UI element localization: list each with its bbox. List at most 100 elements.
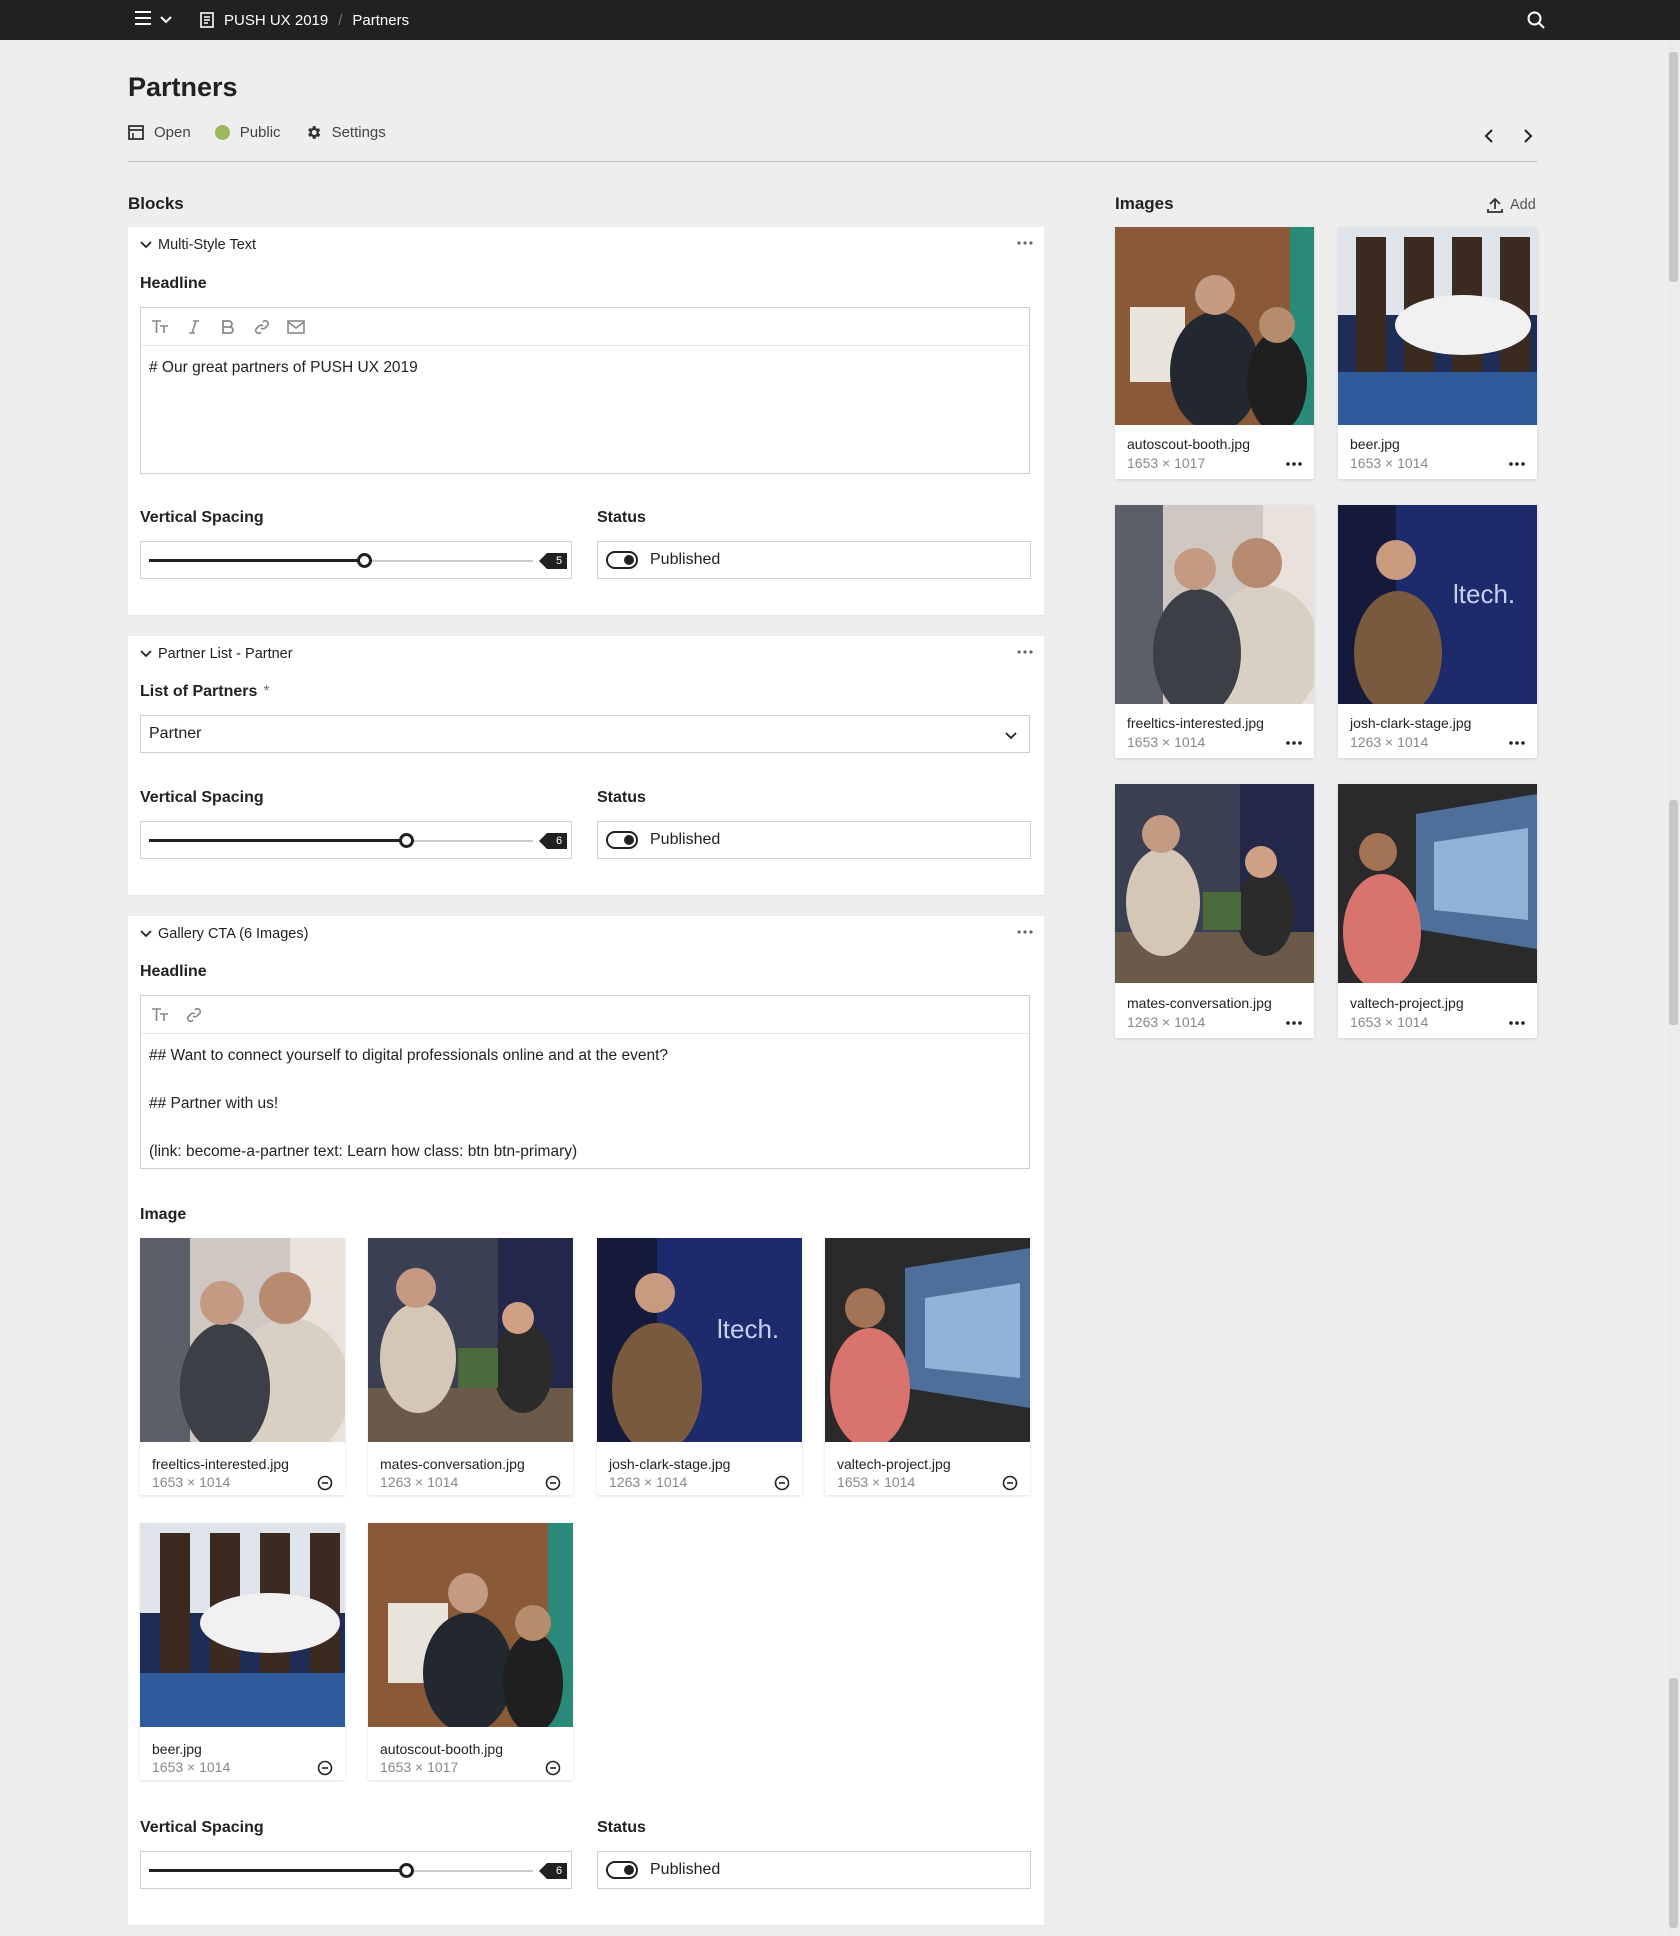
- vertical-spacing-slider[interactable]: 6: [140, 821, 572, 859]
- slider-handle[interactable]: [399, 1863, 414, 1878]
- status-toggle[interactable]: Published: [597, 821, 1031, 859]
- svg-text:ltech.: ltech.: [717, 1314, 779, 1344]
- hamburger-icon: [134, 10, 152, 30]
- status-toggle[interactable]: Published: [597, 541, 1031, 579]
- slider-fill: [149, 839, 406, 842]
- italic-icon[interactable]: [183, 316, 205, 338]
- gallery-image-card[interactable]: ltech. josh-clark-stage.jpg 1263 × 1014: [597, 1238, 802, 1495]
- next-page-button[interactable]: [1518, 126, 1538, 146]
- status-dot-icon: [214, 125, 230, 140]
- slider-handle[interactable]: [399, 833, 414, 848]
- slider-value-badge: 5: [539, 551, 567, 571]
- gallery-image-card[interactable]: beer.jpg 1653 × 1014: [140, 1523, 345, 1780]
- vertical-spacing-slider[interactable]: 6: [140, 1851, 572, 1889]
- toggle-icon: [606, 831, 638, 849]
- search-icon[interactable]: [1526, 10, 1546, 30]
- gallery-image-card[interactable]: autoscout-booth.jpg 1653 × 1017: [368, 1523, 573, 1780]
- vertical-spacing-slider[interactable]: 5: [140, 541, 572, 579]
- add-image-button[interactable]: Add: [1486, 196, 1536, 214]
- image-thumbnail: [1338, 227, 1537, 425]
- page-icon: [200, 12, 214, 28]
- remove-icon[interactable]: [1001, 1474, 1019, 1492]
- image-dimensions: 1653 × 1014: [152, 1759, 231, 1775]
- image-filename: mates-conversation.jpg: [1127, 995, 1272, 1011]
- headline-text[interactable]: # Our great partners of PUSH UX 2019: [141, 346, 1029, 390]
- headings-icon[interactable]: [149, 316, 171, 338]
- remove-icon[interactable]: [544, 1474, 562, 1492]
- image-dimensions: 1263 × 1014: [609, 1474, 688, 1490]
- chevron-down-icon: [160, 11, 172, 29]
- svg-text:ltech.: ltech.: [1453, 579, 1515, 609]
- email-icon[interactable]: [285, 316, 307, 338]
- gallery-image-card[interactable]: freeltics-interested.jpg 1653 × 1014: [140, 1238, 345, 1495]
- breadcrumb-project[interactable]: PUSH UX 2019: [224, 12, 328, 29]
- remove-icon[interactable]: [316, 1759, 334, 1777]
- select-value: Partner: [149, 725, 202, 742]
- image-card[interactable]: autoscout-booth.jpg 1653 × 1017: [1115, 227, 1314, 479]
- scrollbar-thumb-sidebar[interactable]: [1669, 52, 1678, 282]
- breadcrumb-page[interactable]: Partners: [352, 12, 409, 29]
- block-toggle[interactable]: Multi-Style Text: [140, 237, 256, 253]
- image-dimensions: 1653 × 1017: [1127, 455, 1206, 471]
- gallery-image-card[interactable]: valtech-project.jpg 1653 × 1014: [825, 1238, 1030, 1495]
- status-value: Published: [650, 1861, 721, 1878]
- chevron-left-icon: [1484, 129, 1494, 143]
- remove-icon[interactable]: [316, 1474, 334, 1492]
- image-thumbnail: [140, 1238, 345, 1442]
- bold-icon[interactable]: [217, 316, 239, 338]
- visibility-label: Public: [239, 124, 281, 141]
- prev-page-button[interactable]: [1479, 126, 1499, 146]
- settings-label: Settings: [331, 124, 386, 141]
- image-thumbnail: ltech.: [597, 1238, 802, 1442]
- page-title: Partners: [128, 72, 238, 102]
- image-card[interactable]: freeltics-interested.jpg 1653 × 1014: [1115, 505, 1314, 758]
- link-icon[interactable]: [183, 1004, 205, 1026]
- slider-value: 6: [555, 1865, 563, 1877]
- more-options-icon[interactable]: [1285, 734, 1303, 752]
- settings-button[interactable]: Settings: [305, 124, 386, 141]
- link-icon[interactable]: [251, 316, 273, 338]
- status-label: Status: [597, 509, 646, 526]
- more-options-icon[interactable]: [1285, 1014, 1303, 1032]
- chevron-down-icon: [140, 241, 152, 249]
- image-card[interactable]: ltech. josh-clark-stage.jpg 1263 × 1014: [1338, 505, 1537, 758]
- block-multi-style-text: Multi-Style Text Headline # Our great pa…: [128, 227, 1044, 615]
- headline-text[interactable]: ## Want to connect yourself to digital p…: [141, 1034, 1029, 1174]
- list-label-text: List of Partners: [140, 683, 258, 700]
- image-thumbnail: [825, 1238, 1030, 1442]
- slider-value-badge: 6: [539, 1861, 567, 1881]
- image-filename: mates-conversation.jpg: [380, 1456, 525, 1472]
- more-options-icon[interactable]: [1508, 734, 1526, 752]
- image-card[interactable]: beer.jpg 1653 × 1014: [1338, 227, 1537, 479]
- image-thumbnail: [368, 1238, 573, 1442]
- more-options-icon[interactable]: [1508, 455, 1526, 473]
- more-options-icon[interactable]: [1508, 1014, 1526, 1032]
- more-options-icon[interactable]: [1285, 455, 1303, 473]
- visibility-button[interactable]: Public: [214, 124, 281, 141]
- menu-button[interactable]: [134, 10, 178, 30]
- status-label: Status: [597, 789, 646, 806]
- image-card[interactable]: valtech-project.jpg 1653 × 1014: [1338, 784, 1537, 1038]
- slider-handle[interactable]: [357, 553, 372, 568]
- block-toggle[interactable]: Gallery CTA (6 Images): [140, 926, 308, 942]
- gallery-image-card[interactable]: mates-conversation.jpg 1263 × 1014: [368, 1238, 573, 1495]
- remove-icon[interactable]: [544, 1759, 562, 1777]
- headings-icon[interactable]: [149, 1004, 171, 1026]
- image-card[interactable]: mates-conversation.jpg 1263 × 1014: [1115, 784, 1314, 1038]
- block-options-icon[interactable]: [1016, 644, 1034, 660]
- status-toggle[interactable]: Published: [597, 1851, 1031, 1889]
- open-label: Open: [154, 124, 191, 141]
- scrollbar-thumb-blocks[interactable]: [1669, 1678, 1678, 1928]
- headline-editor[interactable]: # Our great partners of PUSH UX 2019: [140, 307, 1030, 474]
- chevron-down-icon: [140, 650, 152, 658]
- block-options-icon[interactable]: [1016, 924, 1034, 940]
- slider-fill: [149, 559, 364, 562]
- open-button[interactable]: Open: [128, 124, 191, 141]
- remove-icon[interactable]: [773, 1474, 791, 1492]
- block-options-icon[interactable]: [1016, 235, 1034, 251]
- block-toggle[interactable]: Partner List - Partner: [140, 646, 293, 662]
- headline-editor[interactable]: ## Want to connect yourself to digital p…: [140, 995, 1030, 1169]
- scrollbar-thumb-images[interactable]: [1669, 800, 1678, 1025]
- partner-list-select[interactable]: Partner: [140, 715, 1030, 753]
- slider-value-badge: 6: [539, 831, 567, 851]
